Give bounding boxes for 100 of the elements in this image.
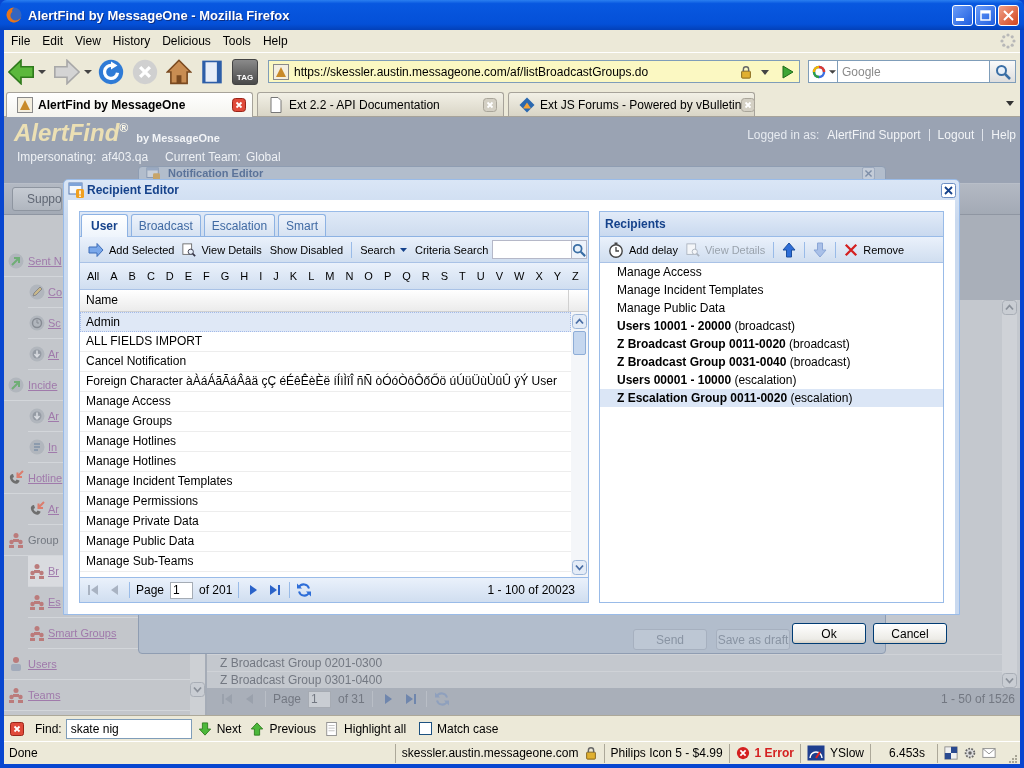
user-row[interactable]: Manage Private Data (80, 512, 571, 532)
tab[interactable]: Escalation (203, 214, 276, 236)
reload-icon[interactable] (98, 58, 124, 85)
address-field[interactable]: https://skessler.austin.messageone.com/af/listBroadcastGroups.do (268, 60, 800, 83)
back-icon[interactable] (8, 58, 34, 85)
close-button[interactable] (998, 4, 1019, 26)
highlight-all-button[interactable]: Highlight all (322, 718, 410, 739)
recipient-row[interactable]: Manage Public Data (600, 299, 943, 317)
recipient-row[interactable]: Users 00001 - 10000 (escalation) (600, 371, 943, 389)
letter-filter-link[interactable]: W (513, 270, 526, 282)
letter-filter-link[interactable]: T (458, 270, 467, 282)
user-row[interactable]: Cancel Notification (80, 352, 571, 372)
letter-filter-link[interactable]: B (127, 270, 137, 282)
remove-button[interactable]: Remove (840, 238, 909, 261)
scrollbar[interactable] (571, 312, 588, 577)
search-field[interactable] (492, 240, 573, 259)
user-row[interactable]: Manage Hotlines (80, 432, 571, 452)
user-row[interactable]: Manage Access (80, 392, 571, 412)
caret-icon[interactable] (38, 69, 46, 74)
column-header[interactable]: Name (80, 290, 569, 311)
match-case-label[interactable]: Match case (437, 721, 499, 736)
letter-filter-link[interactable]: C (145, 270, 156, 282)
dialog-button[interactable]: Ok (792, 623, 866, 644)
letter-filter-link[interactable]: O (363, 270, 374, 282)
envelope-icon[interactable] (982, 746, 996, 760)
speedometer-icon[interactable] (806, 745, 825, 761)
browser-tab[interactable]: Ext 2.2 - API Documentation (257, 92, 504, 116)
letter-filter-link[interactable]: Y (552, 270, 563, 282)
recipient-row[interactable]: Users 10001 - 20000 (broadcast) (600, 317, 943, 335)
letter-filter-link[interactable]: P (382, 270, 393, 282)
page-field[interactable]: 1 (170, 581, 194, 599)
criteria-search-button[interactable]: Criteria Search (411, 238, 493, 261)
recipient-row[interactable]: Z Broadcast Group 0011-0020 (broadcast) (600, 335, 943, 353)
menu-item[interactable]: Tools (216, 32, 257, 50)
caret-icon[interactable] (84, 69, 92, 74)
recipient-row[interactable]: Z Broadcast Group 0031-0040 (broadcast) (600, 353, 943, 371)
add-delay-button[interactable]: Add delay (604, 238, 682, 261)
browser-tab[interactable]: AlertFind by MessageOne (6, 92, 253, 117)
menu-item[interactable]: Help (256, 32, 294, 50)
scroll-up-icon[interactable] (572, 314, 587, 329)
maximize-button[interactable] (975, 4, 996, 26)
user-row[interactable]: Foreign Character àÀáÁãÃáÂâä çÇ éÉêÊèÈë íÍìÌîÎ ñÑ òÓóÒôÔőŐö úÚüÜùÙûÛ ýÝ User (80, 372, 571, 392)
match-case-checkbox[interactable] (419, 722, 433, 735)
lock-icon[interactable] (583, 746, 598, 760)
error-icon[interactable] (735, 746, 750, 760)
find-field[interactable]: skate nig (65, 718, 192, 739)
resize-grip-icon[interactable] (1006, 753, 1018, 764)
letter-filter-link[interactable]: U (475, 270, 486, 282)
letter-filter-link[interactable]: All (86, 270, 101, 282)
up-arrow-icon[interactable] (781, 241, 798, 258)
tab[interactable]: Smart (278, 214, 327, 236)
letter-filter-link[interactable]: Z (571, 270, 580, 282)
letter-filter-link[interactable]: M (324, 270, 336, 282)
letter-filter-link[interactable]: G (219, 270, 231, 282)
bookmark-icon[interactable] (199, 58, 225, 85)
browser-tab[interactable]: Ext JS Forums - Powered by vBulletin (508, 92, 755, 116)
letter-filter-link[interactable]: I (258, 270, 264, 282)
letter-filter-link[interactable]: X (534, 270, 544, 282)
letter-filter-link[interactable]: L (307, 270, 316, 282)
user-row[interactable]: Manage Hotlines (80, 452, 571, 472)
user-row[interactable]: Manage Permissions (80, 492, 571, 512)
addon-status[interactable]: Philips Icon 5 - $4.99 (610, 746, 723, 760)
go-icon[interactable] (779, 63, 795, 80)
user-row[interactable]: Admin (80, 312, 571, 332)
find-next-button[interactable]: Next (194, 718, 245, 739)
tag-button[interactable]: TAG (232, 58, 258, 85)
squares-icon[interactable] (944, 746, 958, 760)
menu-item[interactable]: View (69, 32, 107, 50)
user-row[interactable]: Manage Sub-Teams (80, 552, 571, 572)
home-icon[interactable] (166, 58, 192, 85)
minimize-button[interactable] (952, 4, 973, 26)
search-button[interactable] (990, 60, 1016, 83)
tab[interactable]: User (81, 214, 128, 237)
refresh-icon[interactable] (296, 582, 313, 598)
letter-filter-link[interactable]: H (239, 270, 250, 282)
letter-filter-link[interactable]: F (202, 270, 211, 282)
search-button[interactable] (572, 240, 588, 259)
find-previous-button[interactable]: Previous (247, 718, 320, 739)
letter-filter-link[interactable]: S (439, 270, 450, 282)
letter-filter-link[interactable]: Q (401, 270, 412, 282)
search-menu-button[interactable]: Search (356, 238, 411, 261)
letter-filter-link[interactable]: D (164, 270, 175, 282)
search-engine-button[interactable] (808, 60, 838, 83)
menu-item[interactable]: File (5, 32, 37, 50)
letter-filter-link[interactable]: E (183, 270, 194, 282)
letter-filter-link[interactable]: V (494, 270, 505, 282)
letter-filter-link[interactable]: N (344, 270, 355, 282)
dialog-button[interactable]: Cancel (873, 623, 947, 644)
menu-item[interactable]: Edit (36, 32, 70, 50)
user-row[interactable]: Manage Public Data (80, 532, 571, 552)
close-tab-icon[interactable] (232, 98, 246, 112)
letter-filter-link[interactable]: R (420, 270, 431, 282)
close-icon[interactable] (941, 182, 956, 198)
menu-item[interactable]: Delicious (156, 32, 217, 50)
tab[interactable]: Broadcast (130, 214, 201, 236)
recipient-row[interactable]: Manage Access (600, 263, 943, 281)
view-details-button[interactable]: View Details (178, 238, 266, 261)
yslow-label[interactable]: YSlow (829, 746, 864, 760)
menu-item[interactable]: History (106, 32, 157, 50)
add-selected-button[interactable]: Add Selected (84, 238, 179, 261)
